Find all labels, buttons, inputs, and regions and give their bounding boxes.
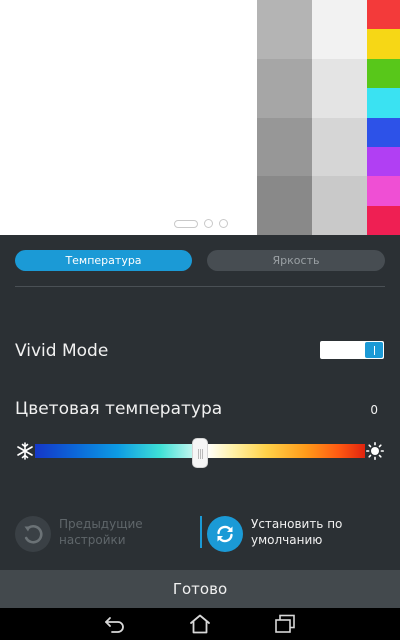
gray-swatch <box>312 58 367 118</box>
color-temperature-slider <box>15 438 385 468</box>
done-button[interactable]: Готово <box>0 570 400 608</box>
color-swatch <box>367 117 400 147</box>
sun-icon <box>365 440 385 462</box>
color-temperature-value: 0 <box>370 403 378 417</box>
page-dot-active <box>174 219 198 228</box>
gray-swatch <box>257 58 312 118</box>
vivid-mode-label: Vivid Mode <box>15 341 109 361</box>
vivid-mode-toggle[interactable] <box>320 341 384 359</box>
navigation-bar <box>0 608 400 640</box>
undo-icon <box>15 516 51 552</box>
gray-swatch <box>257 0 312 59</box>
recent-apps-icon[interactable] <box>272 612 298 636</box>
snowflake-icon <box>15 440 35 462</box>
white-preview-panel <box>0 0 257 235</box>
tab-temperature[interactable]: Температура <box>15 250 192 271</box>
color-swatch-column <box>367 0 400 235</box>
gray-swatch <box>257 117 312 177</box>
gray-swatch <box>312 117 367 177</box>
tab-brightness[interactable]: Яркость <box>207 250 385 271</box>
reset-default-label: Установить по умолчанию <box>251 517 343 547</box>
page-dot <box>219 219 228 228</box>
gray-swatch-column-1 <box>257 0 312 235</box>
reset-default-button[interactable]: Установить по умолчанию <box>207 513 392 553</box>
color-swatch <box>367 176 400 206</box>
tab-bar: Температура Яркость <box>15 250 385 271</box>
toggle-knob <box>365 342 383 358</box>
page-indicator <box>174 219 228 228</box>
gray-swatch <box>312 0 367 59</box>
gray-swatch-column-2 <box>312 0 367 235</box>
settings-panel: Температура Яркость Vivid Mode Цветовая … <box>0 235 400 570</box>
gray-swatch <box>257 176 312 235</box>
gray-swatch <box>312 176 367 235</box>
color-swatch <box>367 29 400 59</box>
previous-settings-label: Предыдущие настройки <box>59 517 143 547</box>
home-icon[interactable] <box>187 612 213 636</box>
action-divider <box>200 516 202 548</box>
back-icon[interactable] <box>102 612 128 636</box>
page-dot <box>204 219 213 228</box>
color-swatch <box>367 0 400 30</box>
sync-icon <box>207 516 243 552</box>
color-swatch <box>367 146 400 177</box>
color-swatch <box>367 88 400 118</box>
display-preview <box>0 0 400 235</box>
divider <box>15 286 385 287</box>
color-temperature-label: Цветовая температура <box>15 399 223 419</box>
color-swatch <box>367 205 400 235</box>
slider-thumb[interactable] <box>192 438 208 468</box>
previous-settings-button[interactable]: Предыдущие настройки <box>15 513 190 553</box>
color-swatch <box>367 58 400 89</box>
